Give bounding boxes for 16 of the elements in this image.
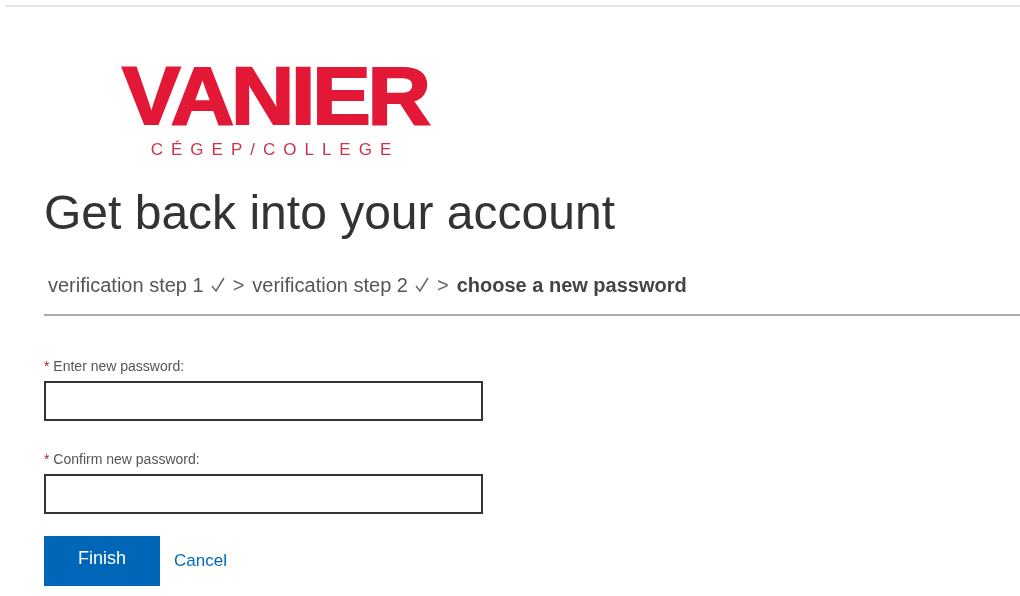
step-separator: > [436,272,449,298]
step-separator: > [232,272,245,298]
required-mark: * [44,450,50,467]
breadcrumb-step: verification step 2 [252,269,408,300]
logo-subtitle: CÉGEP/COLLEGE [150,138,400,161]
finish-button[interactable]: Finish [44,535,160,586]
required-mark: * [44,357,50,374]
password-field[interactable] [44,380,483,421]
password-field[interactable] [44,473,483,514]
page-heading: Get back into your account [44,185,616,242]
breadcrumb-step: verification step 1 [48,269,204,300]
breadcrumb-step: choose a new password [456,269,687,300]
field-label: Confirm new password: [53,450,200,467]
field-label: Enter new password: [53,357,185,374]
logo-name: VANIER [122,59,428,133]
cancel-link[interactable]: Cancel [174,548,227,574]
